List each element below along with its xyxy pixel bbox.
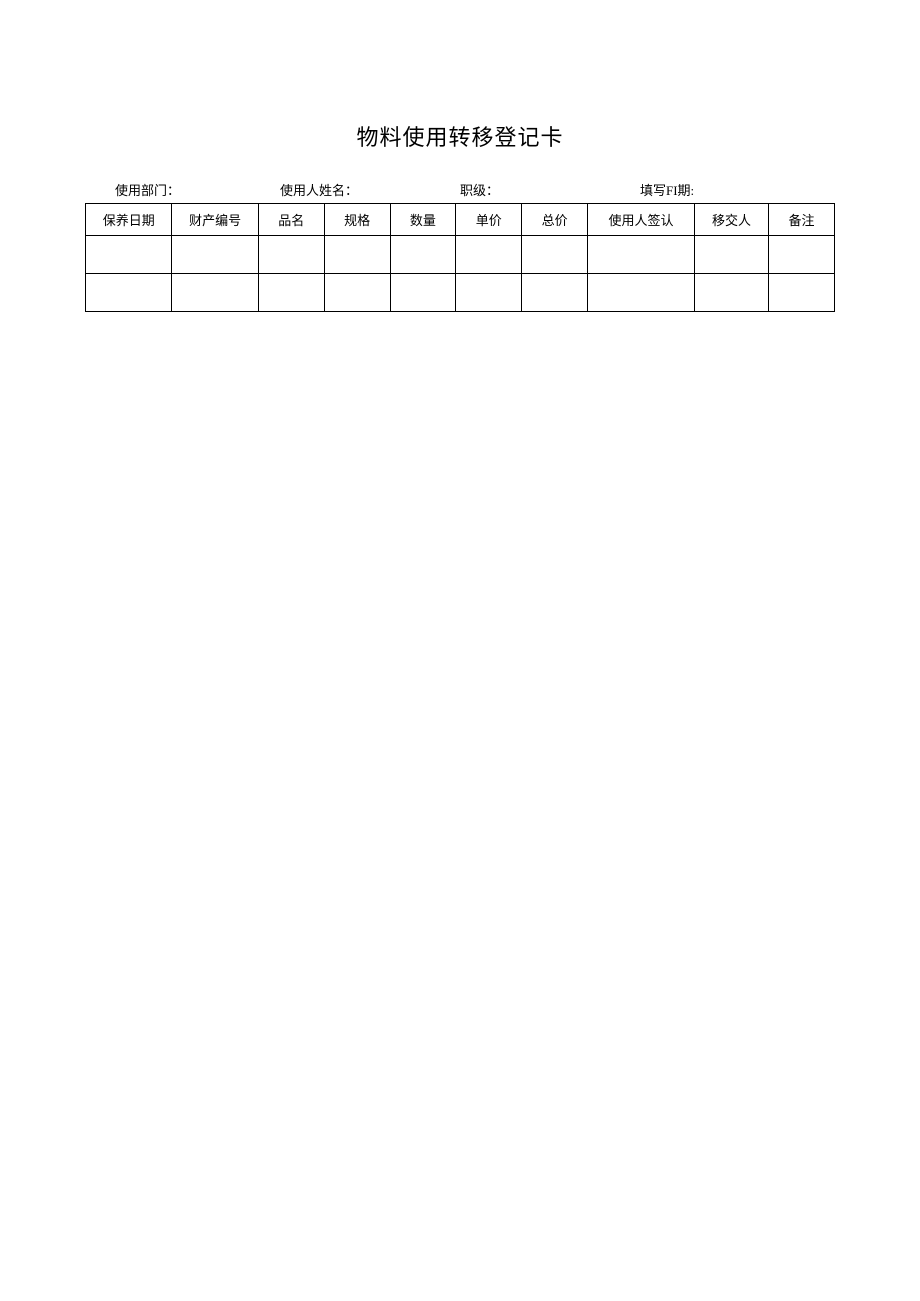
header-remark: 备注 xyxy=(769,204,835,236)
cell-spec xyxy=(324,274,390,312)
info-user: 使用人姓名： xyxy=(280,180,460,199)
date-label: 填写FI期: xyxy=(640,183,694,198)
cell-asset-no xyxy=(172,274,258,312)
cell-signature xyxy=(587,274,694,312)
cell-date xyxy=(86,236,172,274)
table-row xyxy=(86,274,835,312)
cell-unit-price xyxy=(456,274,522,312)
cell-remark xyxy=(769,274,835,312)
cell-date xyxy=(86,274,172,312)
header-handover: 移交人 xyxy=(694,204,768,236)
cell-signature xyxy=(587,236,694,274)
header-unit-price: 单价 xyxy=(456,204,522,236)
cell-name xyxy=(258,274,324,312)
header-date: 保养日期 xyxy=(86,204,172,236)
cell-handover xyxy=(694,236,768,274)
cell-qty xyxy=(390,274,456,312)
dept-label: 使用部门： xyxy=(115,183,180,198)
cell-unit-price xyxy=(456,236,522,274)
header-qty: 数量 xyxy=(390,204,456,236)
table-row xyxy=(86,236,835,274)
info-rank: 职级： xyxy=(460,180,640,199)
cell-handover xyxy=(694,274,768,312)
header-name: 品名 xyxy=(258,204,324,236)
cell-qty xyxy=(390,236,456,274)
info-date: 填写FI期: xyxy=(640,180,835,199)
register-table: 保养日期 财产编号 品名 规格 数量 单价 总价 使用人签认 移交人 备注 xyxy=(85,203,835,312)
cell-remark xyxy=(769,236,835,274)
header-spec: 规格 xyxy=(324,204,390,236)
cell-total xyxy=(522,274,588,312)
rank-label: 职级： xyxy=(460,183,499,198)
cell-asset-no xyxy=(172,236,258,274)
user-label: 使用人姓名： xyxy=(280,183,358,198)
header-signature: 使用人签认 xyxy=(587,204,694,236)
cell-name xyxy=(258,236,324,274)
info-row: 使用部门： 使用人姓名： 职级： 填写FI期: xyxy=(85,180,835,199)
table-header-row: 保养日期 财产编号 品名 规格 数量 单价 总价 使用人签认 移交人 备注 xyxy=(86,204,835,236)
header-asset-no: 财产编号 xyxy=(172,204,258,236)
page-title: 物料使用转移登记卡 xyxy=(85,120,835,152)
info-dept: 使用部门： xyxy=(115,180,280,199)
cell-spec xyxy=(324,236,390,274)
cell-total xyxy=(522,236,588,274)
header-total: 总价 xyxy=(522,204,588,236)
